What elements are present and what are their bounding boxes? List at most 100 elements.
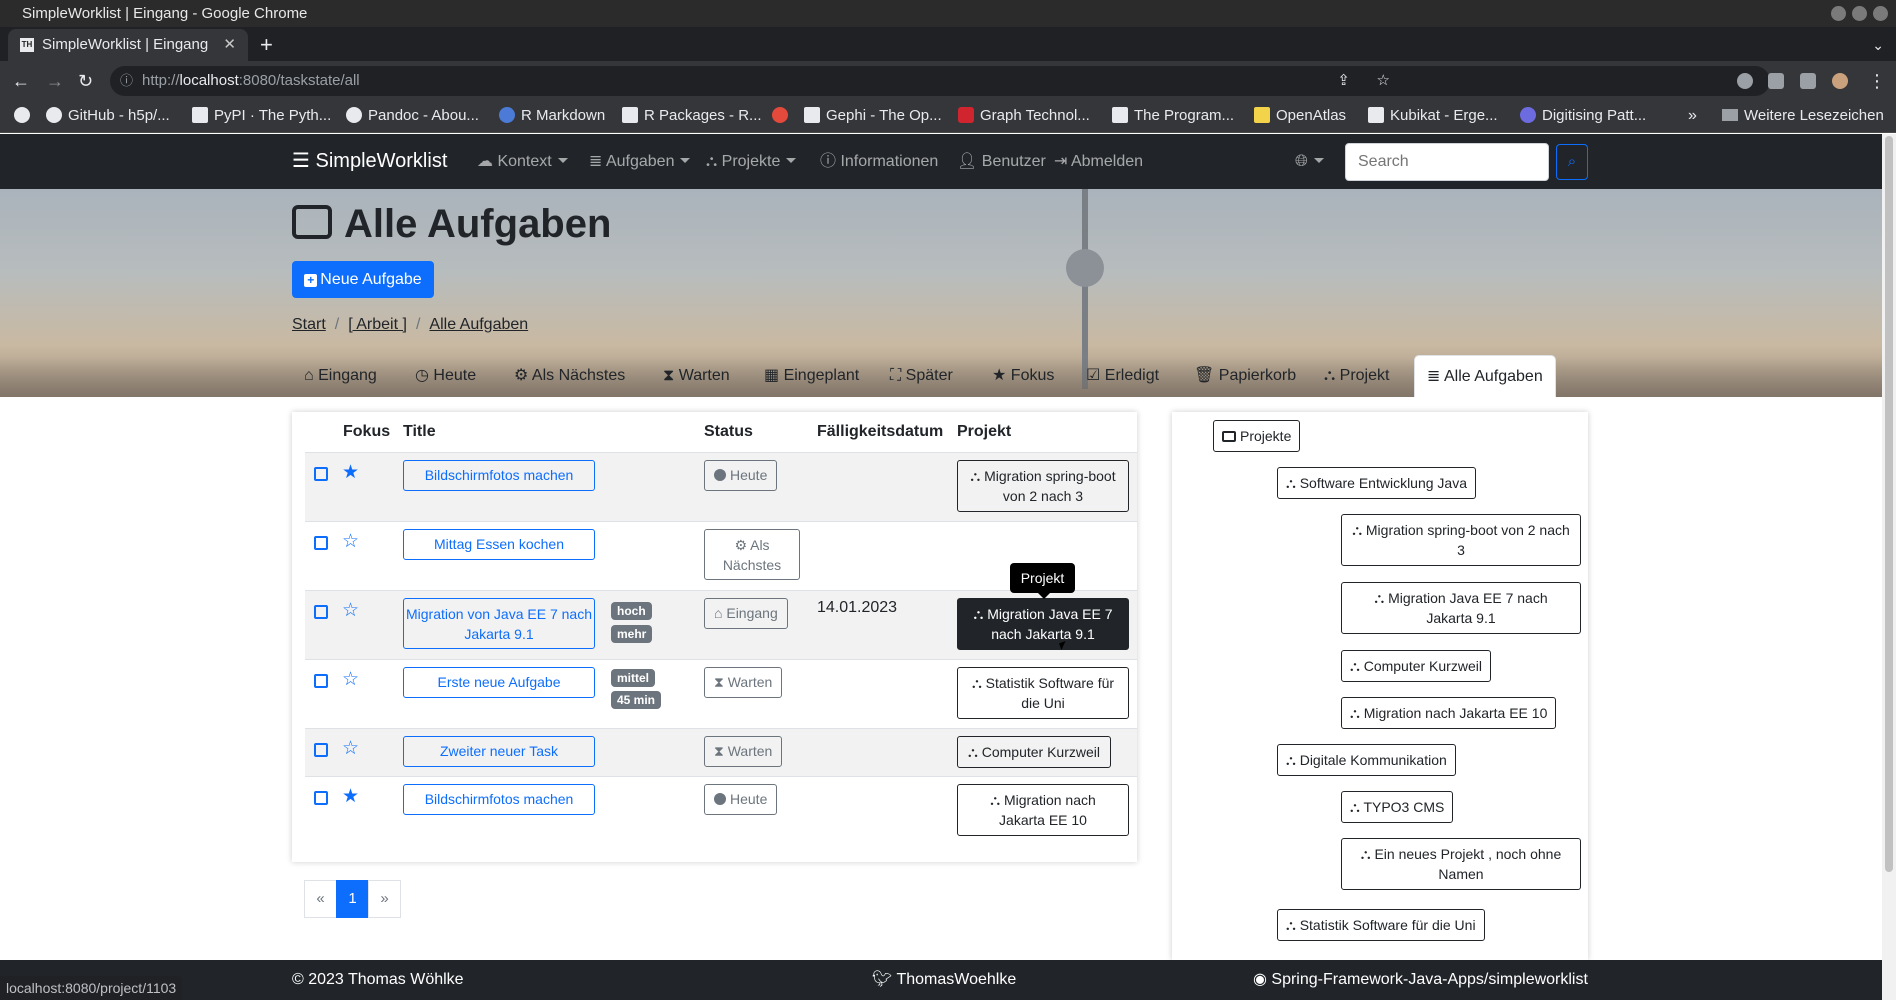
tab-spaeter[interactable]: ⛶ Später [878,355,965,397]
status-button[interactable]: ⚙ Als Nächstes [704,529,800,580]
breadcrumb-start[interactable]: Start [292,316,326,333]
address-bar[interactable]: ⓘ http://localhost:8080/taskstate/all ⇪ … [110,66,1770,96]
pagination-page[interactable]: 1 [336,880,369,918]
search-input[interactable] [1345,143,1549,181]
search-button[interactable]: ⌕ [1556,144,1588,180]
select-checkbox[interactable] [314,536,328,550]
maximize-button[interactable] [1852,6,1867,21]
project-tree-node[interactable]: ⛬ Ein neues Projekt , noch ohne Namen [1341,838,1581,890]
project-tree-node[interactable]: ⛬ Digitale Kommunikation [1277,744,1456,776]
col-header-projekt[interactable]: Projekt [957,412,1011,452]
back-icon[interactable]: ← [12,61,30,101]
tab-eingang[interactable]: ⌂ Eingang [292,355,389,397]
project-tree-node[interactable]: ⛬ Migration nach Jakarta EE 10 [1341,697,1557,729]
col-header-status[interactable]: Status [704,412,753,452]
project-tree-node[interactable]: ⛬ Software Entwicklung Java [1277,467,1477,499]
select-checkbox[interactable] [314,674,328,688]
task-title-button[interactable]: Zweiter neuer Task [403,736,595,767]
bookmark-item[interactable]: Gephi - The Op... [804,101,942,131]
tab-fokus[interactable]: ★ Fokus [980,355,1066,397]
status-button[interactable]: Heute [704,784,778,815]
browser-tab[interactable]: TH SimpleWorklist | Eingang ✕ [8,29,248,61]
bookmark-item[interactable]: GitHub - h5p/... [46,101,170,131]
star-outline-icon[interactable]: ☆ [342,532,359,552]
nav-benutzer-link[interactable]: 👤︎ Benutzer [957,134,1046,189]
share-icon[interactable]: ⇪ [1337,66,1350,96]
task-title-button[interactable]: Bildschirmfotos machen [403,460,595,491]
status-button[interactable]: ⧗ Warten [704,667,783,698]
project-tree-node[interactable]: ⛬ Statistik Software für die Uni [1277,909,1485,941]
breadcrumb-current[interactable]: Alle Aufgaben [429,316,528,333]
side-panel-icon[interactable] [1800,73,1816,89]
nav-abmelden-link[interactable]: ⇥ Abmelden [1054,134,1143,189]
star-filled-icon[interactable]: ★ [342,787,359,807]
select-checkbox[interactable] [314,791,328,805]
project-tree-node[interactable]: ⛬ Migration Java EE 7 nach Jakarta 9.1 [1341,582,1581,634]
close-window-button[interactable] [1873,6,1888,21]
tab-search-icon[interactable]: ⌄ [1872,29,1884,61]
tab-papierkorb[interactable]: 🗑︎ Papierkorb [1182,355,1308,397]
task-title-button[interactable]: Erste neue Aufgabe [403,667,595,698]
pagination-next[interactable]: » [368,880,401,918]
project-tree-root[interactable]: Projekte [1213,420,1301,452]
tab-projekt[interactable]: ⛬ Projekt [1312,355,1401,397]
col-header-fokus[interactable]: Fokus [343,412,390,452]
tab-alle-aufgaben[interactable]: ≣ Alle Aufgaben [1414,355,1556,397]
project-button[interactable]: ⛬ Statistik Software für die Uni [957,667,1129,719]
new-tab-button[interactable]: + [260,29,273,61]
nav-kontext-dropdown[interactable]: ☁ Kontext [477,134,568,189]
project-button[interactable]: ⛬ Migration spring-boot von 2 nach 3 [957,460,1129,512]
star-outline-icon[interactable]: ☆ [342,601,359,621]
bookmark-item[interactable]: Graph Technol... [958,101,1090,131]
project-button[interactable]: ⛬ Migration nach Jakarta EE 10 [957,784,1129,836]
tab-heute[interactable]: ◷ Heute [403,355,488,397]
tab-eingeplant[interactable]: ▦ Eingeplant [752,355,871,397]
nav-projekte-dropdown[interactable]: ⛬ Projekte [706,134,797,189]
star-filled-icon[interactable]: ★ [342,463,359,483]
footer-twitter-link[interactable]: 🐦︎ ThomasWoehlke [872,960,1016,1000]
close-tab-icon[interactable]: ✕ [223,29,236,61]
bookmark-item[interactable]: Digitising Patt... [1520,101,1646,131]
language-dropdown[interactable]: 🌐︎ [1295,134,1324,189]
breadcrumb-context[interactable]: [ Arbeit ] [348,316,407,333]
bookmark-star-icon[interactable]: ☆ [1377,66,1390,96]
nav-informationen-link[interactable]: ⓘ Informationen [820,134,938,189]
extensions-puzzle-icon[interactable] [1768,73,1784,89]
nav-aufgaben-dropdown[interactable]: ≣ Aufgaben [589,134,691,189]
bookmark-item[interactable]: Pandoc - Abou... [346,101,479,131]
tab-erledigt[interactable]: ☑ Erledigt [1074,355,1171,397]
other-bookmarks-folder[interactable]: Weitere Lesezeichen [1722,101,1884,131]
status-button[interactable]: ⧗ Warten [704,736,783,767]
brand-link[interactable]: ☰ SimpleWorklist [292,134,447,189]
tab-als-naechstes[interactable]: ⚙ Als Nächstes [502,355,637,397]
bookmark-item[interactable]: R Markdown [499,101,605,131]
minimize-button[interactable] [1831,6,1846,21]
new-task-button[interactable]: + Neue Aufgabe [292,261,434,298]
bookmark-item[interactable]: R Packages - R... [622,101,762,131]
bookmarks-overflow-button[interactable]: » [1688,101,1697,131]
bookmark-item[interactable]: Kubikat - Erge... [1368,101,1498,131]
profile-avatar[interactable] [1832,73,1848,89]
bookmark-item[interactable] [772,101,794,131]
status-button[interactable]: ⌂ Eingang [704,598,788,629]
status-button[interactable]: Heute [704,460,778,491]
pagination-prev[interactable]: « [304,880,337,918]
forward-icon[interactable]: → [46,61,64,101]
footer-github-link[interactable]: ◉ Spring-Framework-Java-Apps/simpleworkl… [1253,960,1588,1000]
extension-icon[interactable] [1737,73,1753,89]
col-header-due[interactable]: Fälligkeitsdatum [817,412,943,452]
select-checkbox[interactable] [314,743,328,757]
project-button[interactable]: ⛬ Computer Kurzweil [957,736,1111,768]
project-tree-node[interactable]: ⛬ Migration spring-boot von 2 nach 3 [1341,514,1581,566]
bookmark-item[interactable]: OpenAtlas [1254,101,1346,131]
select-checkbox[interactable] [314,467,328,481]
task-title-button[interactable]: Mittag Essen kochen [403,529,595,560]
task-title-button[interactable]: Migration von Java EE 7 nach Jakarta 9.1 [403,598,595,649]
project-tree-node[interactable]: ⛬ TYPO3 CMS [1341,791,1454,823]
bookmark-item[interactable]: The Program... [1112,101,1234,131]
task-title-button[interactable]: Bildschirmfotos machen [403,784,595,815]
scrollbar-thumb[interactable] [1885,136,1893,872]
select-checkbox[interactable] [314,605,328,619]
star-outline-icon[interactable]: ☆ [342,739,359,759]
tab-warten[interactable]: ⧗ Warten [651,355,742,397]
